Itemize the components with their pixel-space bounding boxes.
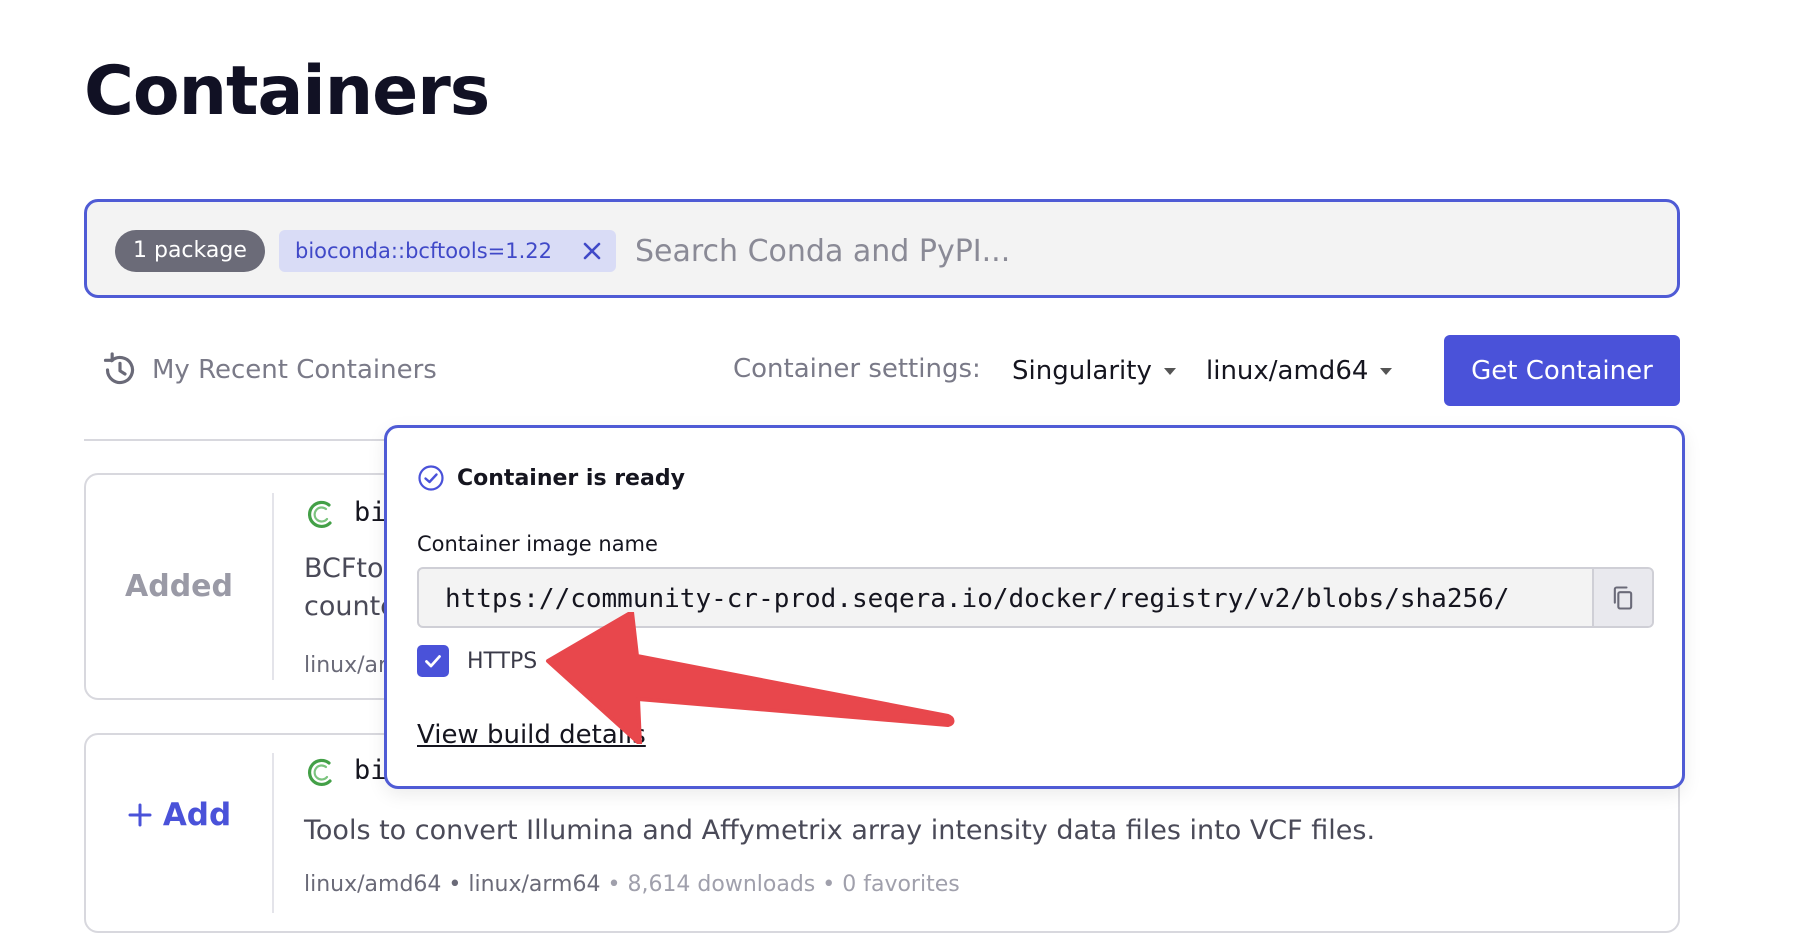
package-description: Tools to convert Illumina and Affymetrix… [304, 815, 1376, 846]
add-label: Add [162, 797, 232, 833]
package-description: counte [304, 591, 397, 622]
platform-dropdown[interactable]: linux/amd64 [1206, 351, 1393, 391]
conda-icon [308, 758, 332, 786]
chevron-down-icon [1380, 367, 1393, 375]
page-title: Containers [84, 52, 490, 131]
package-meta: linux/ar [304, 653, 388, 678]
annotation-arrow-icon [546, 612, 955, 744]
package-description: BCFto [304, 553, 384, 584]
https-toggle[interactable]: HTTPS [417, 645, 537, 677]
https-checkbox[interactable] [417, 645, 449, 677]
package-stats: • 8,614 downloads • 0 favorites [600, 872, 960, 897]
check-icon [425, 655, 441, 668]
chevron-down-icon [1163, 367, 1176, 375]
runtime-value: Singularity [1012, 356, 1152, 386]
history-icon [103, 352, 135, 385]
plus-icon [128, 803, 152, 827]
card-divider [272, 753, 274, 913]
container-settings-label: Container settings: [733, 354, 981, 384]
selected-package-label: bioconda::bcftools=1.22 [295, 239, 553, 263]
package-name[interactable]: bi [354, 497, 387, 528]
copy-button[interactable] [1592, 569, 1652, 626]
conda-icon [308, 500, 332, 528]
runtime-dropdown[interactable]: Singularity [1012, 351, 1176, 391]
check-circle-icon [418, 465, 444, 491]
card-status: Add [86, 735, 272, 895]
search-input[interactable] [633, 224, 1657, 278]
divider [84, 439, 394, 441]
container-ready-status: Container is ready [417, 464, 685, 492]
copy-icon [1613, 585, 1633, 610]
image-name-label: Container image name [417, 532, 658, 556]
https-label: HTTPS [467, 648, 538, 674]
card-status: Added [86, 475, 272, 698]
package-meta: linux/amd64 • linux/arm64 • 8,614 downlo… [304, 872, 960, 897]
recent-containers-link[interactable]: My Recent Containers [100, 348, 437, 392]
platform-value: linux/amd64 [1206, 356, 1369, 386]
get-container-button[interactable]: Get Container [1444, 335, 1680, 406]
selected-package-chip: bioconda::bcftools=1.22 [279, 230, 616, 272]
package-name[interactable]: bi [354, 755, 387, 786]
card-divider [272, 493, 274, 680]
container-ready-text: Container is ready [457, 465, 685, 491]
added-label: Added [125, 569, 233, 604]
recent-containers-label: My Recent Containers [152, 355, 437, 385]
package-count-badge: 1 package [115, 230, 265, 272]
package-search-bar[interactable]: 1 package bioconda::bcftools=1.22 [84, 199, 1680, 298]
package-platforms: linux/amd64 • linux/arm64 [304, 872, 601, 897]
close-icon[interactable] [580, 239, 604, 263]
add-package-button[interactable]: Add [121, 796, 237, 834]
